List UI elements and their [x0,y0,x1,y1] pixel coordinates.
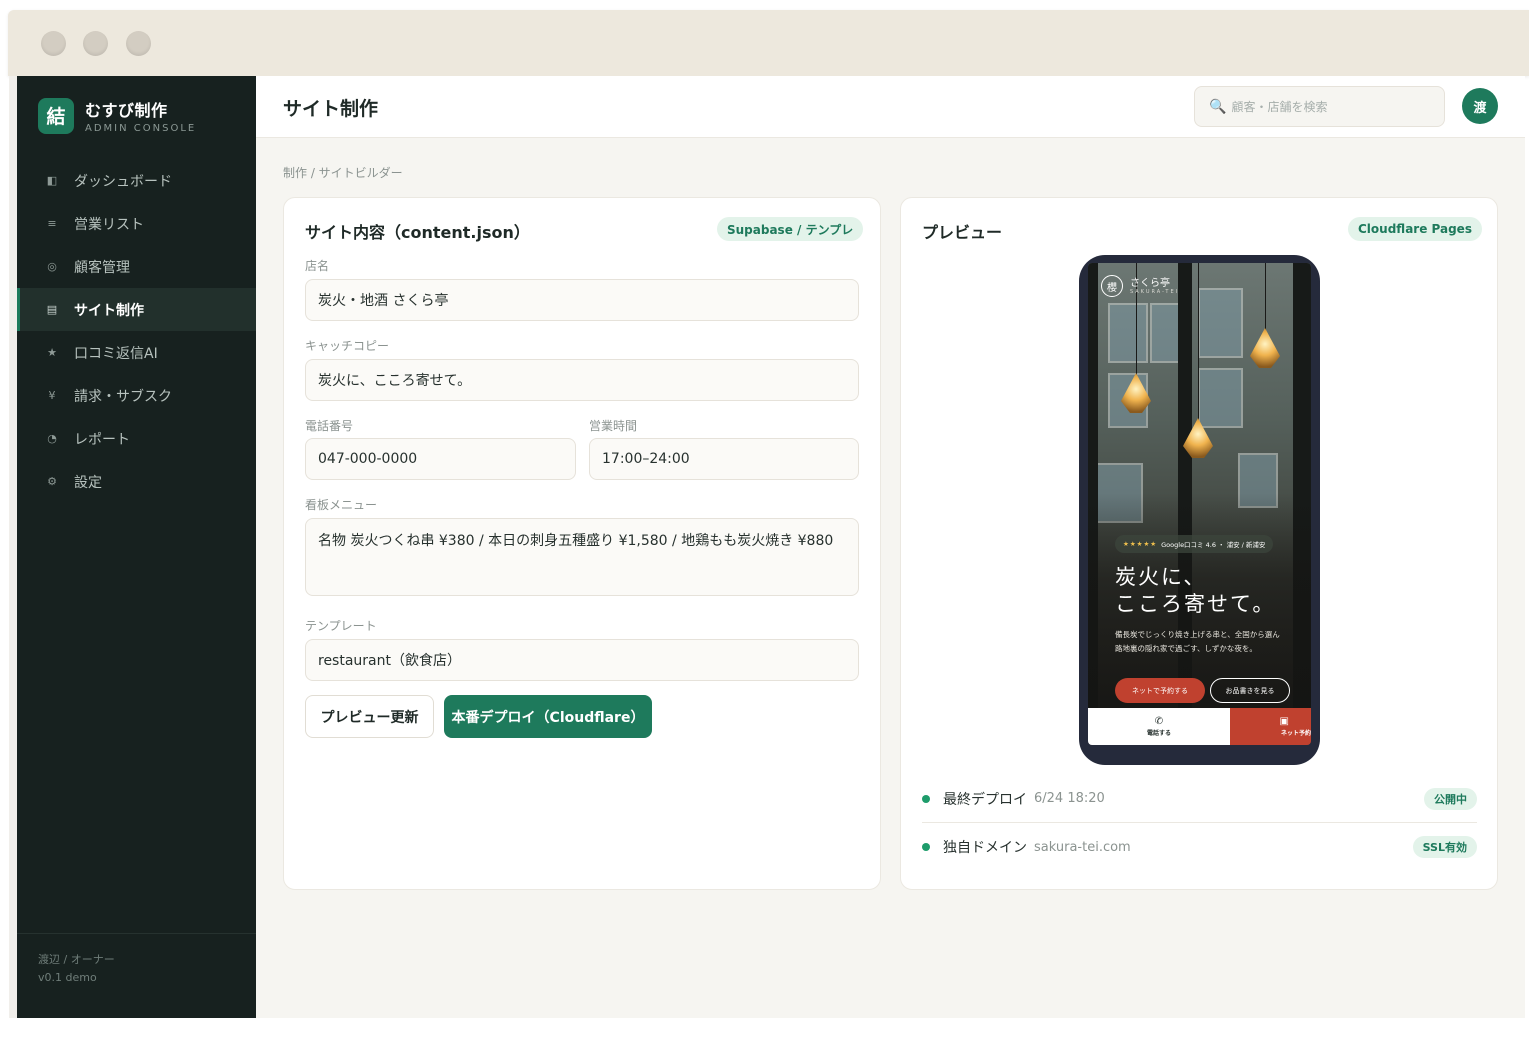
calendar-icon: ▣ [1279,716,1289,727]
editor-title: サイト内容（content.json） [305,223,530,242]
star-icon: ★ [47,346,57,359]
customers-icon: ◎ [47,260,57,273]
shop-romaji: SAKURA-TEI [1130,289,1180,295]
template-select[interactable]: restaurant（飲食店） [305,639,859,681]
view-menu-button[interactable]: お品書きを見る [1210,678,1290,703]
sidebar-item-label: 設定 [74,474,102,491]
shop-name: さくら亭 [1130,278,1170,289]
content-editor-card: サイト内容（content.json） Supabase / テンプレ 店名 炭… [283,197,881,890]
status-meta[interactable]: sakura-tei.com [1034,840,1131,855]
sidebar-item-settings[interactable]: ⚙ 設定 [17,460,256,503]
window-titlebar [8,10,1529,76]
sidebar-item-label: レポート [74,431,130,448]
reserve-online-button[interactable]: ネットで予約する [1115,678,1205,703]
status-dot-icon [922,794,930,803]
phone-field[interactable]: 047-000-0000 [305,438,576,480]
list-icon: ≡ [47,217,57,230]
sidebar-item-site-builder[interactable]: ▤ サイト制作 [17,288,256,331]
sidebar-item-customers[interactable]: ◎ 顧客管理 [17,245,256,288]
hosting-badge: Cloudflare Pages [1348,217,1482,241]
window-close-button[interactable] [41,31,66,56]
sidebar-item-dashboard[interactable]: ◧ ダッシュボード [17,159,256,202]
shop-name-label: 店名 [305,259,330,273]
body-line-1: 備長炭でじっくり焼き上げる串と、全国から選ん [1115,630,1280,639]
status-badge: 公開中 [1424,787,1477,810]
menu-label: 看板メニュー [305,498,378,512]
window-maximize-button[interactable] [126,31,151,56]
hours-label: 営業時間 [589,419,638,433]
phone-icon: ✆ [1154,716,1164,727]
deploy-button[interactable]: 本番デプロイ（Cloudflare） [444,695,652,738]
window-edge [9,76,17,1018]
phone-screen: 櫻 さくら亭 SAKURA-TEI ★★★★★ Google口コミ 4.6 ・ … [1088,263,1311,745]
sidebar-item-label: 口コミ返信AI [74,345,158,362]
shop-logo: 櫻 [1101,275,1123,297]
search-icon: 🔍 [1209,98,1227,115]
brand-subtitle: ADMIN CONSOLE [85,123,197,134]
preview-update-button[interactable]: プレビュー更新 [305,695,434,738]
topbar: サイト制作 🔍 顧客・店舗を検索 渡 [256,76,1525,138]
source-badge: Supabase / テンプレ [717,217,864,241]
preview-title: プレビュー [922,223,1003,242]
sidebar-item-reports[interactable]: ◔ レポート [17,417,256,460]
status-dot-icon [922,843,930,851]
rating-badge: ★★★★★ Google口コミ 4.6 ・ 浦安 / 新浦安 [1115,535,1274,553]
sidebar: 結 むすび制作 ADMIN CONSOLE ◧ ダッシュボード ≡ 営業リスト … [17,76,256,1018]
reserve-tab-button[interactable]: ▣ ネット予約 [1230,708,1311,745]
sidebar-item-label: 請求・サブスク [74,388,172,405]
avatar[interactable]: 渡 [1462,88,1498,124]
main-area: サイト制作 🔍 顧客・店舗を検索 渡 制作 / サイトビルダー サイト内容（co… [256,76,1525,1018]
footer-version: v0.1 demo [38,971,97,984]
status-label: 独自ドメイン [943,840,1027,856]
status-badge: SSL有効 [1412,836,1477,858]
headline-line-2: こころ寄せて。 [1115,592,1276,616]
menu-textarea[interactable]: 名物 炭火つくね串 ¥380 / 本日の刺身五種盛り ¥1,580 / 地鶏もも… [305,518,859,596]
domain-status-row: 独自ドメイン sakura-tei.com SSL有効 [922,823,1477,871]
sidebar-item-sales-list[interactable]: ≡ 営業リスト [17,202,256,245]
window-minimize-button[interactable] [83,31,108,56]
footer-user: 渡辺 / オーナー [38,953,115,966]
report-icon: ◔ [47,432,57,445]
rating-text: Google口コミ 4.6 ・ 浦安 / 新浦安 [1161,541,1266,549]
site-icon: ▤ [46,303,58,316]
sidebar-item-label: 顧客管理 [74,259,130,276]
brand-name: むすび制作 [85,101,168,120]
sidebar-item-label: ダッシュボード [74,173,172,190]
sidebar-footer: 渡辺 / オーナー v0.1 demo [17,933,256,987]
page-title: サイト制作 [283,98,379,120]
dashboard-icon: ◧ [46,174,58,187]
brand[interactable]: 結 むすび制作 ADMIN CONSOLE [38,97,196,134]
body-line-2: 路地裏の隠れ家で過ごす、しずかな夜を。 [1115,644,1257,653]
status-meta: 6/24 18:20 [1034,791,1105,806]
call-button[interactable]: ✆ 電話する [1088,708,1230,745]
hero-headline: 炭火に、 こころ寄せて。 [1115,564,1305,618]
catch-copy-field[interactable]: 炭火に、こころ寄せて。 [305,359,859,401]
deploy-status-row: 最終デプロイ 6/24 18:20 公開中 [922,775,1477,823]
shop-name-field[interactable]: 炭火・地酒 さくら亭 [305,279,859,321]
phone-preview: 櫻 さくら亭 SAKURA-TEI ★★★★★ Google口コミ 4.6 ・ … [1079,255,1320,765]
yen-icon: ¥ [48,389,56,402]
gear-icon: ⚙ [47,475,57,488]
reserve-label: ネット予約 [1280,730,1311,737]
sidebar-item-label: サイト制作 [74,302,144,319]
template-label: テンプレート [305,619,377,633]
search-placeholder: 顧客・店舗を検索 [1231,100,1328,114]
stars-icon: ★★★★★ [1123,540,1158,548]
phone-label: 電話番号 [305,419,354,433]
search-input[interactable]: 🔍 顧客・店舗を検索 [1194,86,1445,127]
sidebar-nav: ◧ ダッシュボード ≡ 営業リスト ◎ 顧客管理 ▤ サイト制作 ★ 口コミ返信… [17,159,256,503]
call-label: 電話する [1146,730,1171,737]
headline-line-1: 炭火に、 [1115,565,1207,589]
hours-field[interactable]: 17:00–24:00 [589,438,859,480]
brand-logo: 結 [38,97,74,134]
catch-copy-label: キャッチコピー [305,339,390,353]
preview-card: プレビュー Cloudflare Pages 櫻 さくら亭 SAKURA-TEI… [900,197,1498,890]
status-label: 最終デプロイ [943,791,1027,808]
sidebar-item-review-ai[interactable]: ★ 口コミ返信AI [17,331,256,374]
sidebar-item-label: 営業リスト [74,216,144,233]
phone-bottom-bar: ✆ 電話する ▣ ネット予約 [1088,708,1311,745]
breadcrumb: 制作 / サイトビルダー [283,166,403,180]
sidebar-item-billing[interactable]: ¥ 請求・サブスク [17,374,256,417]
hero-body: 備長炭でじっくり焼き上げる串と、全国から選ん 路地裏の隠れ家で過ごす、しずかな夜… [1115,628,1311,656]
